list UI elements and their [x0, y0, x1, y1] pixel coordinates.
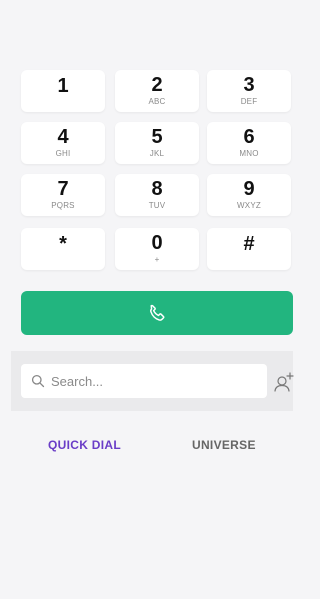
key-star[interactable]: * — [21, 228, 105, 270]
search-input[interactable] — [51, 373, 251, 389]
tab-quick-dial[interactable]: QUICK DIAL — [48, 438, 121, 452]
key-5[interactable]: 5 JKL — [115, 122, 199, 164]
search-area — [11, 351, 295, 411]
key-4[interactable]: 4 GHI — [21, 122, 105, 164]
key-digit: 0 — [151, 232, 163, 254]
key-digit: 6 — [243, 126, 255, 148]
key-digit: 1 — [57, 75, 69, 97]
key-8[interactable]: 8 TUV — [115, 174, 199, 216]
key-digit: * — [59, 233, 67, 255]
key-letters: ABC — [148, 97, 166, 106]
search-icon — [31, 374, 45, 388]
phone-icon — [146, 302, 168, 324]
key-6[interactable]: 6 MNO — [207, 122, 291, 164]
key-letters: GHI — [55, 149, 71, 158]
key-digit: 5 — [151, 126, 163, 148]
key-digit: # — [243, 233, 255, 255]
key-0[interactable]: 0 + — [115, 228, 199, 270]
search-box[interactable] — [21, 364, 267, 398]
key-letters: PQRS — [51, 201, 75, 210]
key-2[interactable]: 2 ABC — [115, 70, 199, 112]
key-9[interactable]: 9 WXYZ — [207, 174, 291, 216]
key-letters: WXYZ — [237, 201, 261, 210]
key-3[interactable]: 3 DEF — [207, 70, 291, 112]
key-digit: 3 — [243, 74, 255, 96]
key-letters: TUV — [148, 201, 166, 210]
key-digit: 8 — [151, 178, 163, 200]
key-hash[interactable]: # — [207, 228, 291, 270]
key-letters: JKL — [149, 149, 165, 158]
key-letters: + — [154, 255, 160, 264]
tab-bar: QUICK DIAL UNIVERSE — [11, 430, 293, 460]
key-digit: 2 — [151, 74, 163, 96]
key-letters: DEF — [240, 97, 258, 106]
key-letters: MNO — [239, 149, 259, 158]
tab-universe[interactable]: UNIVERSE — [192, 438, 256, 452]
key-digit: 7 — [57, 178, 69, 200]
key-digit: 4 — [57, 126, 69, 148]
key-digit: 9 — [243, 178, 255, 200]
key-7[interactable]: 7 PQRS — [21, 174, 105, 216]
dialer-app: 1 2 ABC 3 DEF 4 GHI 5 JKL 6 MNO 7 PQRS 8 — [0, 0, 295, 599]
add-contact-icon[interactable] — [273, 371, 295, 393]
call-button[interactable] — [21, 291, 293, 335]
key-1[interactable]: 1 — [21, 70, 105, 112]
